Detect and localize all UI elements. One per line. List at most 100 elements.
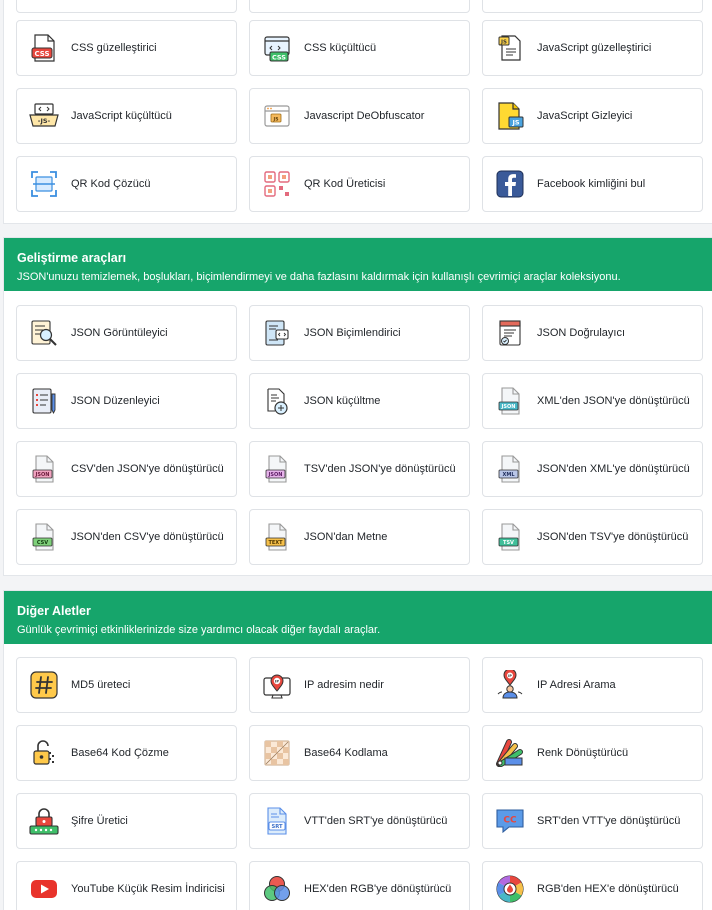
unlock-icon: [27, 736, 61, 770]
tool-label: JavaScript güzelleştirici: [537, 41, 652, 54]
svg-text:JS: JS: [500, 40, 507, 46]
panel-formatters: CSS CSS güzelleştirici CSS CSS küçültücü…: [3, 0, 712, 224]
tool-card-xml-to-json[interactable]: JSON XML'den JSON'ye dönüştürücü: [482, 373, 703, 429]
svg-text:TSV: TSV: [503, 540, 514, 546]
hash-icon: [27, 668, 61, 702]
tool-card-json-viewer[interactable]: JSON Görüntüleyici: [16, 305, 237, 361]
tool-card-qr-generator[interactable]: QR Kod Üreticisi: [249, 156, 470, 212]
tool-label: QR Kod Üreticisi: [304, 177, 386, 190]
tool-label: IP Adresi Arama: [537, 678, 616, 691]
tool-card-json-to-tsv[interactable]: TSV JSON'den TSV'ye dönüştürücü: [482, 509, 703, 565]
tool-label: CSS küçültücü: [304, 41, 377, 54]
tool-card-css-beautifier[interactable]: CSS CSS güzelleştirici: [16, 20, 237, 76]
tool-card-json-to-xml[interactable]: XML JSON'den XML'ye dönüştürücü: [482, 441, 703, 497]
tool-label: SRT'den VTT'ye dönüştürücü: [537, 814, 681, 827]
tool-card-srt-to-vtt[interactable]: CC SRT'den VTT'ye dönüştürücü: [482, 793, 703, 849]
tool-label: JSON'den CSV'ye dönüştürücü: [71, 530, 224, 543]
tool-label: TSV'den JSON'ye dönüştürücü: [304, 462, 456, 475]
tool-card-json-formatter[interactable]: JSON Biçimlendirici: [249, 305, 470, 361]
tool-card-facebook-id[interactable]: Facebook kimliğini bul: [482, 156, 703, 212]
qr-scan-icon: [27, 167, 61, 201]
svg-text:CSS: CSS: [34, 50, 49, 58]
svg-text:SRT: SRT: [271, 824, 282, 830]
tool-card-tsv-to-json[interactable]: JSON TSV'den JSON'ye dönüştürücü: [249, 441, 470, 497]
panel-development-tools: Geliştirme araçları JSON'unuzu temizleme…: [3, 237, 712, 576]
csv-file-icon: CSV: [27, 520, 61, 554]
tool-label: JSON'den TSV'ye dönüştürücü: [537, 530, 689, 543]
tool-label: JSON Düzenleyici: [71, 394, 160, 407]
color-palette-icon: [493, 736, 527, 770]
section-title: Geliştirme araçları: [17, 251, 127, 265]
tool-label: HEX'den RGB'ye dönüştürücü: [304, 882, 452, 895]
json-file-icon: JSON: [27, 452, 61, 486]
svg-text:IP: IP: [508, 674, 512, 678]
xml-file-icon: XML: [493, 452, 527, 486]
svg-text:XML: XML: [502, 472, 515, 478]
tsv-file-icon: TSV: [493, 520, 527, 554]
tool-card-js-minifier[interactable]: -JS- JavaScript küçültücü: [16, 88, 237, 144]
tool-card-csv-to-json[interactable]: JSON CSV'den JSON'ye dönüştürücü: [16, 441, 237, 497]
tool-card-rgb-to-hex[interactable]: RGB'den HEX'e dönüştürücü: [482, 861, 703, 910]
tool-card-base64-encode[interactable]: Base64 Kodlama: [249, 725, 470, 781]
js-obfuscate-icon: JS: [493, 99, 527, 133]
tool-label: RGB'den HEX'e dönüştürücü: [537, 882, 679, 895]
tool-card-hex-to-rgb[interactable]: HEX'den RGB'ye dönüştürücü: [249, 861, 470, 910]
tool-card-js-obfuscator[interactable]: JS JavaScript Gizleyici: [482, 88, 703, 144]
tool-card-json-minify[interactable]: JSON küçültme: [249, 373, 470, 429]
tool-card-my-ip[interactable]: IP IP adresim nedir: [249, 657, 470, 713]
tool-card-color-converter[interactable]: Renk Dönüştürücü: [482, 725, 703, 781]
tool-card-json-editor[interactable]: JSON Düzenleyici: [16, 373, 237, 429]
tool-label: VTT'den SRT'ye dönüştürücü: [304, 814, 448, 827]
browser-js-icon: JS: [260, 99, 294, 133]
tool-card-base64-decode[interactable]: Base64 Kod Çözme: [16, 725, 237, 781]
svg-text:CSS: CSS: [272, 54, 286, 62]
json-minify-icon: [260, 384, 294, 418]
tool-label: JavaScript küçültücü: [71, 109, 172, 122]
tool-card-partial[interactable]: [16, 0, 237, 13]
svg-text:CC: CC: [503, 816, 517, 826]
json-validate-icon: [493, 316, 527, 350]
svg-text:JS: JS: [273, 117, 279, 123]
password-lock-icon: [27, 804, 61, 838]
ip-user-icon: IP: [493, 668, 527, 702]
tool-label: Base64 Kodlama: [304, 746, 388, 759]
tool-card-ip-lookup[interactable]: IP IP Adresi Arama: [482, 657, 703, 713]
section-header: Diğer Aletler Günlük çevrimiçi etkinlikl…: [4, 591, 712, 644]
section-description: Günlük çevrimiçi etkinliklerinizde size …: [17, 624, 381, 636]
tool-label: Base64 Kod Çözme: [71, 746, 169, 759]
json-editor-icon: [27, 384, 61, 418]
tool-card-js-beautifier[interactable]: JS JavaScript güzelleştirici: [482, 20, 703, 76]
tool-card-json-validator[interactable]: JSON Doğrulayıcı: [482, 305, 703, 361]
json-file-icon: JSON: [260, 452, 294, 486]
tool-card-json-to-text[interactable]: TEXT JSON'dan Metne: [249, 509, 470, 565]
json-file-icon: JSON: [493, 384, 527, 418]
qr-code-icon: [260, 167, 294, 201]
tool-label: Javascript DeObfuscator: [304, 109, 425, 122]
tool-label: JSON'dan Metne: [304, 530, 388, 543]
tool-card-partial[interactable]: [482, 0, 703, 13]
encoded-image-icon: [260, 736, 294, 770]
tool-card-qr-decoder[interactable]: QR Kod Çözücü: [16, 156, 237, 212]
svg-text:-JS-: -JS-: [38, 117, 51, 125]
js-file-icon: JS: [493, 31, 527, 65]
tool-label: Renk Dönüştürücü: [537, 746, 629, 759]
js-minify-icon: -JS-: [27, 99, 61, 133]
section-description: JSON'unuzu temizlemek, boşlukları, biçim…: [17, 271, 621, 283]
color-wheel-icon: [493, 872, 527, 906]
closed-caption-icon: CC: [493, 804, 527, 838]
tool-card-json-to-csv[interactable]: CSV JSON'den CSV'ye dönüştürücü: [16, 509, 237, 565]
tool-label: YouTube Küçük Resim İndiricisi: [71, 882, 225, 895]
tool-label: Facebook kimliğini bul: [537, 177, 646, 190]
tool-card-password-generator[interactable]: Şifre Üretici: [16, 793, 237, 849]
tool-card-partial[interactable]: [249, 0, 470, 13]
svg-text:TEXT: TEXT: [268, 540, 283, 546]
svg-text:JSON: JSON: [501, 404, 516, 410]
tool-label: JSON küçültme: [304, 394, 381, 407]
tool-card-vtt-to-srt[interactable]: SRT VTT'den SRT'ye dönüştürücü: [249, 793, 470, 849]
tool-card-css-minifier[interactable]: CSS CSS küçültücü: [249, 20, 470, 76]
tool-card-js-deobfuscator[interactable]: JS Javascript DeObfuscator: [249, 88, 470, 144]
tool-card-youtube-thumbnail[interactable]: YouTube Küçük Resim İndiricisi: [16, 861, 237, 910]
tool-label: CSS güzelleştirici: [71, 41, 157, 54]
tool-card-md5-generator[interactable]: MD5 üreteci: [16, 657, 237, 713]
text-file-icon: TEXT: [260, 520, 294, 554]
